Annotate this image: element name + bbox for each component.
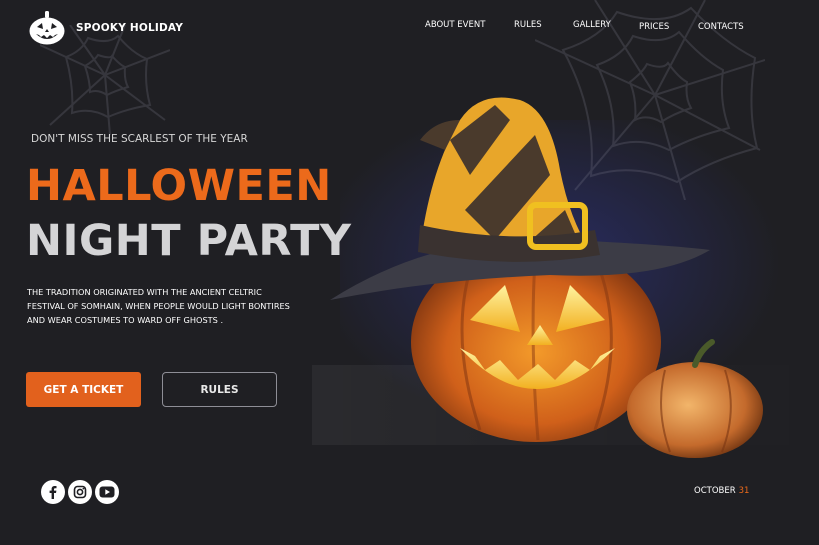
instagram-icon[interactable] [68, 480, 92, 504]
hero-title-line1: HALLOWEEN [26, 161, 332, 211]
event-month: OCTOBER [694, 486, 736, 496]
nav-prices[interactable]: PRICES [639, 22, 669, 32]
event-day: 31 [738, 486, 750, 496]
event-date: OCTOBER 31 [694, 486, 749, 496]
hero-description: THE TRADITION ORIGINATED WITH THE ANCIEN… [27, 287, 290, 325]
youtube-icon[interactable] [95, 480, 119, 504]
hero-tagline: DON'T MISS THE SCARLEST OF THE YEAR [31, 133, 248, 145]
nav-about-event[interactable]: ABOUT EVENT [425, 20, 485, 30]
nav-contacts[interactable]: CONTACTS [698, 22, 744, 32]
social-links [41, 480, 122, 504]
nav-rules[interactable]: RULES [514, 20, 542, 30]
brand-logo[interactable]: SPOOKY HOLIDAY [28, 10, 183, 46]
rules-button[interactable]: RULES [162, 372, 277, 407]
nav-gallery[interactable]: GALLERY [573, 20, 611, 30]
facebook-icon[interactable] [41, 480, 65, 504]
jack-o-lantern-icon [29, 11, 65, 45]
hero-title-line2: NIGHT PARTY [26, 216, 352, 266]
get-ticket-button[interactable]: GET A TICKET [26, 372, 141, 407]
pumpkin-with-witch-hat-illustration [330, 97, 763, 458]
brand-name: SPOOKY HOLIDAY [76, 22, 184, 34]
